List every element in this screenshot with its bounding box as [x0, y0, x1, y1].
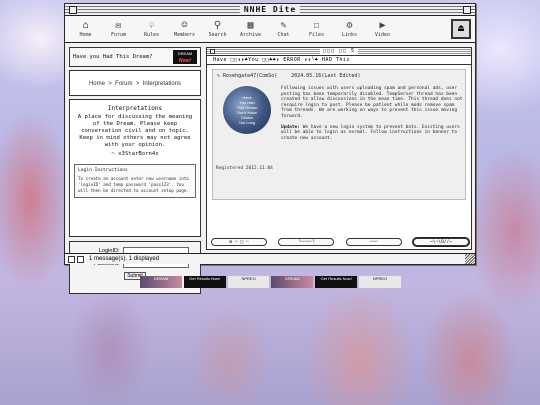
members-icon: ☺	[181, 20, 188, 31]
toolbar-search[interactable]: ⚲ Search	[201, 20, 234, 38]
toolbar-label: Rules	[143, 32, 160, 38]
banner[interactable]: Get Results Now!	[183, 276, 226, 288]
promo-badge[interactable]: DREAM Now!	[173, 50, 197, 64]
home-icon: ⌂	[82, 20, 89, 31]
toolbar-label: Search	[208, 32, 227, 38]
banner[interactable]: Get Results Now!	[315, 276, 358, 288]
promo-badge-top: DREAM	[177, 51, 193, 56]
forum-description-text: A place for discussing the meaning of th…	[77, 114, 193, 148]
resize-grip[interactable]	[465, 254, 475, 264]
update-text: We have a new login system to prevent bo…	[281, 124, 460, 141]
video-icon: ▶	[379, 20, 386, 31]
toolbar: ⌂ Home ✉ Forum ♤ Rules ☺ Members ⚲ Search ▦ Ar…	[65, 16, 475, 43]
status-icon-b[interactable]	[77, 256, 84, 263]
avatar[interactable]: Have You Had This Dream Don't Have Dream…	[223, 86, 271, 134]
close-box[interactable]	[69, 6, 77, 14]
thread-button-2[interactable]: ╰⌒⌒⌒⌒╰	[278, 238, 335, 246]
registered-date: Registered 2012.11.04	[216, 166, 273, 171]
banner[interactable]: NPREO	[359, 276, 401, 288]
toolbar-rules[interactable]: ♤ Rules	[135, 20, 168, 38]
toolbar-label: Archive	[239, 32, 262, 38]
forum-signature: ~ x3StarBorn4x	[111, 151, 159, 157]
thread-button-4[interactable]: ~\⌒\O//~	[412, 238, 469, 246]
toolbar-label: Members	[173, 32, 196, 38]
breadcrumb-current: Interpretations	[142, 81, 182, 87]
thread-panel: □□□ □□ 5 Have □□⇟⇟♣You □□♣♣⇟ ERROR ⇟⇟╰♣ …	[206, 47, 472, 250]
banner[interactable]: DREAM	[271, 276, 314, 288]
post-date: 2024.05.16(Last Edited)	[291, 73, 361, 79]
toolbar-label: Links	[341, 32, 358, 38]
files-icon: ☐	[313, 20, 320, 31]
login-instructions-text: To create an account enter new username …	[78, 176, 189, 193]
thread-button-1[interactable]: ⊞ ⌒ □ ⌒	[211, 238, 267, 246]
thread-close-box[interactable]	[210, 49, 215, 54]
thread-title: □□□ □□ 5	[319, 48, 359, 55]
window-titlebar[interactable]: NNHE Dite	[65, 4, 475, 16]
toolbar-label: Files	[308, 32, 325, 38]
exit-icon[interactable]: ⏏	[451, 19, 471, 39]
toolbar-label: Home	[79, 32, 92, 38]
chevron-right-icon: >	[135, 81, 140, 87]
promo-banner[interactable]: Have you Had This Dream? DREAM Now!	[69, 47, 201, 67]
avatar-line: Too Long	[238, 120, 256, 125]
status-text: 1 message(s), 1 displayed	[89, 256, 160, 262]
forum-title: Interpretations	[107, 105, 163, 112]
toolbar-label: Video	[374, 32, 391, 38]
update-label: Update:	[281, 124, 300, 130]
promo-question: Have you Had This Dream?	[73, 54, 153, 60]
post-author[interactable]: ✎ Rosehgate47(ComSo)	[217, 73, 277, 79]
chat-icon: ✎	[280, 20, 287, 31]
links-icon: ⚙	[346, 20, 353, 31]
window-title: NNHE Dite	[239, 5, 301, 14]
toolbar-chat[interactable]: ✎ Chat	[267, 20, 300, 38]
forum-description: Interpretations A place for discussing t…	[69, 99, 201, 237]
toolbar-video[interactable]: ▶ Video	[366, 20, 399, 38]
toolbar-forum[interactable]: ✉ Forum	[102, 20, 135, 38]
chevron-right-icon: >	[108, 81, 112, 87]
thread-buttons: ⊞ ⌒ □ ⌒ ╰⌒⌒⌒⌒╰ ⌒⌒⌒ ~\⌒\O//~	[211, 236, 469, 248]
main-window: NNHE Dite ⌂ Home ✉ Forum ♤ Rules ☺ Members ⚲…	[64, 3, 476, 294]
rules-icon: ♤	[148, 20, 155, 31]
breadcrumb-forum[interactable]: Forum	[115, 81, 132, 87]
post-body: Following issues with users uploading sp…	[281, 86, 463, 141]
archive-icon: ▦	[247, 20, 254, 31]
toolbar-links[interactable]: ⚙ Links	[333, 20, 366, 38]
status-bar: 1 message(s), 1 displayed	[65, 253, 475, 264]
post-author-name: Rosehgate47(ComSo)	[223, 73, 278, 79]
zoom-box[interactable]	[463, 6, 471, 14]
thread-marquee: Have □□⇟⇟♣You □□♣♣⇟ ERROR ⇟⇟╰♣ HAD This	[207, 56, 471, 65]
forum-icon: ✉	[115, 20, 122, 31]
left-panel: Have you Had This Dream? DREAM Now! Home…	[69, 47, 201, 294]
breadcrumb-home[interactable]: Home	[89, 81, 105, 87]
toolbar-label: Chat	[277, 32, 290, 38]
toolbar-archive[interactable]: ▦ Archive	[234, 20, 267, 38]
promo-badge-bottom: Now!	[178, 58, 192, 64]
post: ✎ Rosehgate47(ComSo) 2024.05.16(Last Edi…	[212, 69, 466, 200]
thread-button-3[interactable]: ⌒⌒⌒	[345, 238, 402, 246]
search-icon: ⚲	[213, 20, 222, 31]
toolbar-members[interactable]: ☺ Members	[168, 20, 201, 38]
login-instructions: Login Instructions To create an account …	[74, 164, 196, 198]
banner[interactable]: DREAM	[140, 276, 182, 288]
status-icon-a[interactable]	[68, 256, 75, 263]
post-body-text: Following issues with users uploading sp…	[281, 86, 463, 119]
toolbar-files[interactable]: ☐ Files	[300, 20, 333, 38]
toolbar-label: Forum	[110, 32, 127, 38]
banner-strip: DREAM Get Results Now! NPREO DREAM Get R…	[140, 276, 401, 288]
thread-titlebar[interactable]: □□□ □□ 5	[207, 48, 471, 56]
breadcrumb: Home > Forum > Interpretations	[69, 70, 201, 96]
login-instructions-title: Login Instructions	[78, 168, 128, 173]
banner[interactable]: NPREO	[227, 276, 270, 288]
toolbar-home[interactable]: ⌂ Home	[69, 20, 102, 38]
